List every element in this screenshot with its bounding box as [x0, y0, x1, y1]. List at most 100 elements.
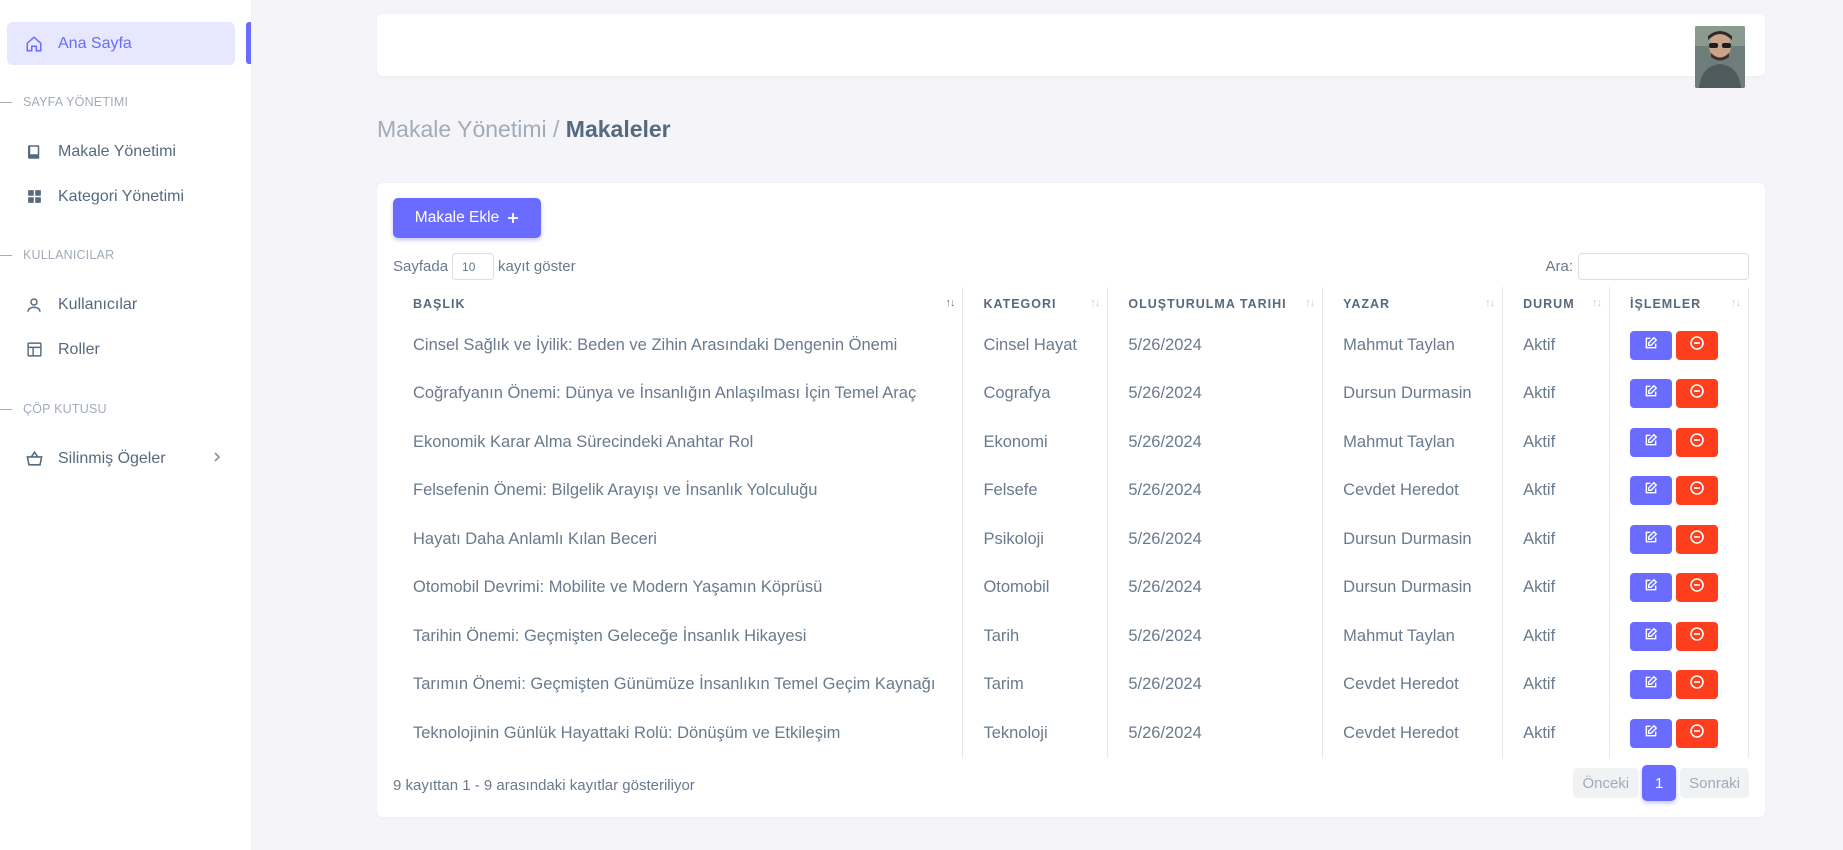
- table-row: Tarımın Önemi: Geçmişten Günümüze İnsanl…: [393, 660, 1749, 709]
- table-row: Otomobil Devrimi: Mobilite ve Modern Yaş…: [393, 563, 1749, 612]
- edit-button[interactable]: [1630, 427, 1673, 457]
- delete-button[interactable]: [1676, 670, 1719, 700]
- add-article-button[interactable]: Makale Ekle: [393, 198, 541, 238]
- search-input[interactable]: [1578, 253, 1749, 280]
- cell-status: Aktif: [1502, 709, 1611, 758]
- edit-icon: [1644, 336, 1658, 355]
- delete-button[interactable]: [1676, 621, 1719, 651]
- delete-button[interactable]: [1676, 476, 1719, 506]
- section-header-trash: ÇÖP KUTUSU: [0, 399, 107, 419]
- page-button-1[interactable]: 1: [1642, 765, 1677, 801]
- sidebar-item-deleted[interactable]: Silinmiş Ögeler: [7, 437, 235, 480]
- delete-button[interactable]: [1676, 718, 1719, 748]
- edit-icon: [1644, 578, 1658, 597]
- edit-button[interactable]: [1630, 718, 1673, 748]
- column-header-category[interactable]: KATEGORI ↑↓: [962, 287, 1109, 321]
- delete-button[interactable]: [1676, 330, 1719, 360]
- column-header-title[interactable]: BAŞLIK ↑↓: [393, 287, 964, 321]
- page-length-select[interactable]: 10: [452, 253, 495, 280]
- cell-title: Felsefenin Önemi: Bilgelik Arayışı ve İn…: [393, 466, 964, 515]
- table-info: 9 kayıttan 1 - 9 arasındaki kayıtlar gös…: [393, 777, 695, 794]
- cell-created: 5/26/2024: [1107, 660, 1324, 709]
- sort-icon: ↑↓: [945, 297, 955, 309]
- pagination: Önceki 1 Sonraki: [1573, 765, 1749, 801]
- sidebar-item-categories[interactable]: Kategori Yönetimi: [7, 175, 235, 218]
- minus-circle-icon: [1689, 383, 1705, 404]
- edit-button[interactable]: [1630, 621, 1673, 651]
- layout-icon: [24, 340, 44, 360]
- user-icon: [24, 295, 44, 315]
- sort-icon: ↑↓: [1090, 297, 1100, 309]
- sidebar-item-users[interactable]: Kullanıcılar: [7, 283, 235, 326]
- edit-icon: [1644, 530, 1658, 549]
- cell-actions: [1609, 612, 1749, 661]
- edit-button[interactable]: [1630, 476, 1673, 506]
- section-header-users: KULLANICILAR: [0, 245, 114, 265]
- minus-circle-icon: [1689, 480, 1705, 501]
- sidebar-item-articles[interactable]: Makale Yönetimi: [7, 130, 235, 173]
- sidebar-item-label: Makale Yönetimi: [58, 142, 176, 160]
- table-row: Tarihin Önemi: Geçmişten Geleceğe İnsanl…: [393, 612, 1749, 661]
- minus-circle-icon: [1689, 432, 1705, 453]
- cell-created: 5/26/2024: [1107, 709, 1324, 758]
- cell-created: 5/26/2024: [1107, 369, 1324, 418]
- cell-created: 5/26/2024: [1107, 321, 1324, 370]
- cell-title: Cinsel Sağlık ve İyilik: Beden ve Zihin …: [393, 321, 964, 370]
- table-row: Teknolojinin Günlük Hayattaki Rolü: Dönü…: [393, 709, 1749, 758]
- sidebar-item-label: Ana Sayfa: [58, 34, 132, 52]
- cell-actions: [1609, 660, 1749, 709]
- delete-button[interactable]: [1676, 427, 1719, 457]
- sidebar-item-home[interactable]: Ana Sayfa: [7, 22, 235, 65]
- edit-button[interactable]: [1630, 670, 1673, 700]
- cell-status: Aktif: [1502, 515, 1611, 564]
- cell-status: Aktif: [1502, 612, 1611, 661]
- next-page-button[interactable]: Sonraki: [1680, 768, 1749, 798]
- cell-actions: [1609, 466, 1749, 515]
- cell-created: 5/26/2024: [1107, 515, 1324, 564]
- cell-category: Cinsel Hayat: [962, 321, 1109, 370]
- cell-status: Aktif: [1502, 369, 1611, 418]
- column-header-status[interactable]: DURUM ↑↓: [1502, 287, 1611, 321]
- sort-icon: ↑↓: [1731, 297, 1741, 309]
- cell-status: Aktif: [1502, 418, 1611, 467]
- column-header-author[interactable]: YAZAR ↑↓: [1322, 287, 1504, 321]
- prev-page-button[interactable]: Önceki: [1573, 768, 1639, 798]
- edit-icon: [1644, 724, 1658, 743]
- delete-button[interactable]: [1676, 573, 1719, 603]
- cell-created: 5/26/2024: [1107, 466, 1324, 515]
- sidebar-item-label: Kullanıcılar: [58, 295, 138, 313]
- cell-status: Aktif: [1502, 321, 1611, 370]
- breadcrumb-parent[interactable]: Makale Yönetimi /: [377, 116, 566, 142]
- edit-button[interactable]: [1630, 573, 1673, 603]
- cell-category: Tarih: [962, 612, 1109, 661]
- top-navbar: [377, 14, 1765, 88]
- sidebar-item-roles[interactable]: Roller: [7, 328, 235, 371]
- book-icon: [24, 142, 44, 162]
- cell-author: Mahmut Taylan: [1322, 418, 1504, 467]
- column-header-actions[interactable]: İŞLEMLER ↑↓: [1609, 287, 1749, 321]
- sidebar: Ana Sayfa SAYFA YÖNETIMI Makale Yönetimi…: [0, 0, 251, 850]
- cell-actions: [1609, 418, 1749, 467]
- cell-category: Otomobil: [962, 563, 1109, 612]
- cell-title: Tarımın Önemi: Geçmişten Günümüze İnsanl…: [393, 660, 964, 709]
- cell-status: Aktif: [1502, 660, 1611, 709]
- minus-circle-icon: [1689, 626, 1705, 647]
- cell-title: Tarihin Önemi: Geçmişten Geleceğe İnsanl…: [393, 612, 964, 661]
- cell-author: Dursun Durmasin: [1322, 563, 1504, 612]
- table-row: Ekonomik Karar Alma Sürecindeki Anahtar …: [393, 418, 1749, 467]
- edit-button[interactable]: [1630, 524, 1673, 554]
- delete-button[interactable]: [1676, 524, 1719, 554]
- delete-button[interactable]: [1676, 379, 1719, 409]
- section-header-page-mgmt: SAYFA YÖNETIMI: [0, 92, 128, 112]
- edit-button[interactable]: [1630, 379, 1673, 409]
- avatar[interactable]: [1695, 26, 1745, 88]
- cell-category: Ekonomi: [962, 418, 1109, 467]
- cell-actions: [1609, 369, 1749, 418]
- cell-author: Cevdet Heredot: [1322, 660, 1504, 709]
- column-header-created[interactable]: OLUŞTURULMA TARIHI ↑↓: [1107, 287, 1324, 321]
- cell-title: Hayatı Daha Anlamlı Kılan Beceri: [393, 515, 964, 564]
- cell-title: Teknolojinin Günlük Hayattaki Rolü: Dönü…: [393, 709, 964, 758]
- edit-button[interactable]: [1630, 330, 1673, 360]
- grid-icon: [24, 187, 44, 207]
- sidebar-item-label: Kategori Yönetimi: [58, 187, 184, 205]
